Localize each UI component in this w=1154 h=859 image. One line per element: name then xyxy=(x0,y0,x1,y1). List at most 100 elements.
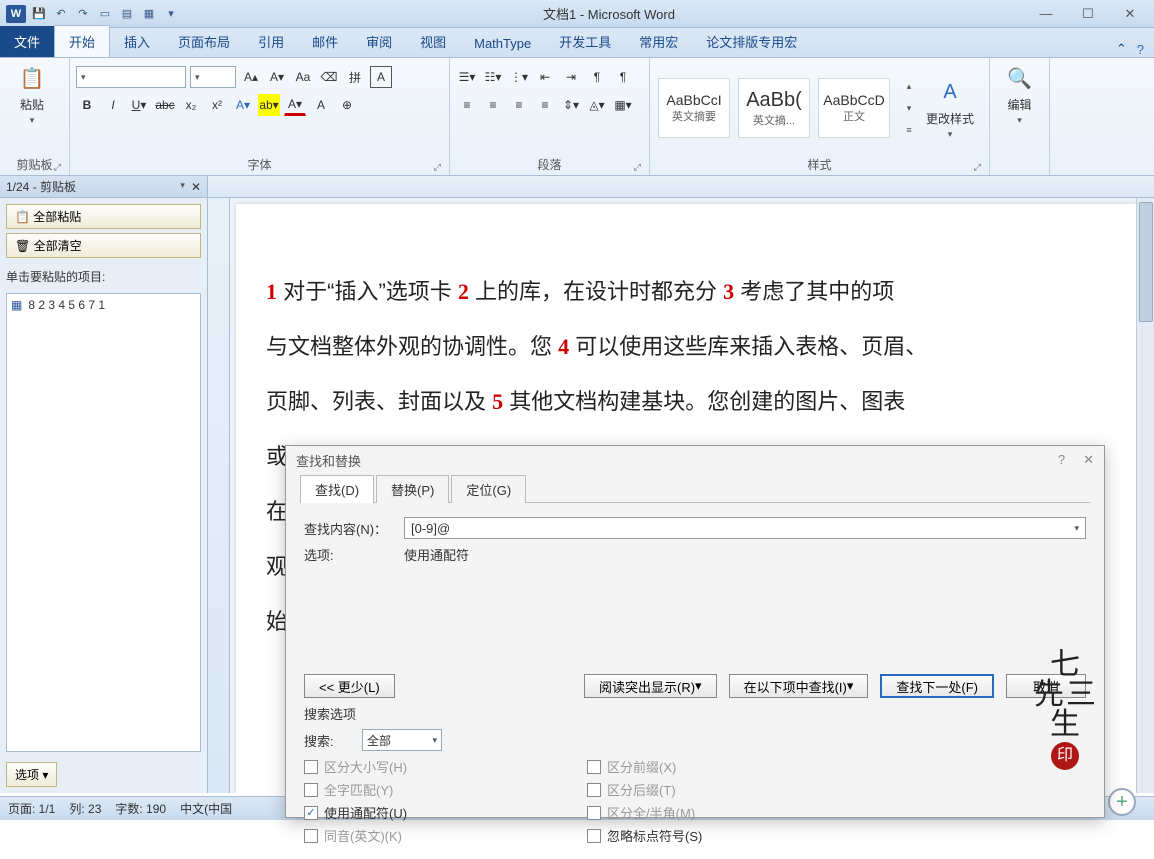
tab-insert[interactable]: 插入 xyxy=(110,26,164,57)
clipboard-list[interactable]: ▦ 8 2 3 4 5 6 7 1 xyxy=(6,293,201,752)
styles-more-icon[interactable]: ≡ xyxy=(898,119,920,141)
grow-font-icon[interactable]: A▴ xyxy=(240,66,262,88)
scroll-thumb[interactable] xyxy=(1139,202,1153,322)
add-circle-icon[interactable]: + xyxy=(1108,788,1136,816)
clipboard-launcher[interactable]: ⤢ xyxy=(54,162,61,173)
chk-match-case[interactable]: 区分大小写(H) xyxy=(304,757,407,776)
help-icon[interactable]: ? xyxy=(1137,42,1144,57)
subscript-icon[interactable]: x₂ xyxy=(180,94,202,116)
minimize-ribbon-icon[interactable]: ⌃ xyxy=(1116,41,1127,57)
tab-ref[interactable]: 引用 xyxy=(244,26,298,57)
paste-all-button[interactable]: 📋 全部粘贴 xyxy=(6,204,201,229)
strike-icon[interactable]: abc xyxy=(154,94,176,116)
tab-paper[interactable]: 论文排版专用宏 xyxy=(692,26,811,57)
pane-close-icon[interactable]: ✕ xyxy=(191,180,201,194)
find-dropdown-icon[interactable]: ▾ xyxy=(1074,523,1079,534)
shading-icon[interactable]: ◬▾ xyxy=(586,94,608,116)
char-border-icon[interactable]: A xyxy=(370,66,392,88)
tab-view[interactable]: 视图 xyxy=(406,26,460,57)
ltr-icon[interactable]: ¶ xyxy=(586,66,608,88)
dialog-tab-goto[interactable]: 定位(G) xyxy=(451,475,526,503)
multilevel-icon[interactable]: ⋮▾ xyxy=(508,66,530,88)
reading-highlight-button[interactable]: 阅读突出显示(R) ▾ xyxy=(584,674,717,698)
chk-width[interactable]: 区分全/半角(M) xyxy=(587,803,702,822)
styles-up-icon[interactable]: ▴ xyxy=(898,75,920,97)
line-spacing-icon[interactable]: ⇕▾ xyxy=(560,94,582,116)
tab-math[interactable]: MathType xyxy=(460,30,545,57)
dialog-help-icon[interactable]: ? xyxy=(1058,452,1065,467)
search-direction-combo[interactable]: 全部▾ xyxy=(362,729,442,751)
minimize-button[interactable]: — xyxy=(1034,5,1058,23)
tab-mail[interactable]: 邮件 xyxy=(298,26,352,57)
numbering-icon[interactable]: ☷▾ xyxy=(482,66,504,88)
clear-format-icon[interactable]: ⌫ xyxy=(318,66,340,88)
redo-icon[interactable]: ↷ xyxy=(74,5,92,23)
para-launcher[interactable]: ⤢ xyxy=(634,162,641,173)
find-next-button[interactable]: 查找下一处(F) xyxy=(880,674,994,698)
tab-macro[interactable]: 常用宏 xyxy=(625,26,692,57)
chk-prefix[interactable]: 区分前缀(X) xyxy=(587,757,702,776)
horizontal-ruler[interactable] xyxy=(208,176,1154,198)
vertical-ruler[interactable] xyxy=(208,198,230,793)
border-icon[interactable]: ▦▾ xyxy=(612,94,634,116)
chk-punct[interactable]: 忽略标点符号(S) xyxy=(587,826,702,845)
style-item-1[interactable]: AaBbCcI英文摘要 xyxy=(658,78,730,138)
pane-menu-icon[interactable]: ▾ xyxy=(180,180,185,194)
align-left-icon[interactable]: ≡ xyxy=(456,94,478,116)
styles-down-icon[interactable]: ▾ xyxy=(898,97,920,119)
qat-icon-3[interactable]: ▦ xyxy=(140,5,158,23)
find-in-button[interactable]: 在以下项中查找(I) ▾ xyxy=(729,674,869,698)
status-words[interactable]: 字数: 190 xyxy=(115,800,166,817)
dialog-tab-replace[interactable]: 替换(P) xyxy=(376,475,449,503)
style-item-2[interactable]: AaBb(英文摘... xyxy=(738,78,810,138)
clipboard-item[interactable]: ▦ 8 2 3 4 5 6 7 1 xyxy=(11,298,196,312)
tab-file[interactable]: 文件 xyxy=(0,26,54,57)
edit-button[interactable]: 🔍 编辑▾ xyxy=(996,62,1043,126)
qat-more-icon[interactable]: ▾ xyxy=(162,5,180,23)
status-page[interactable]: 页面: 1/1 xyxy=(8,800,55,817)
clipboard-options-button[interactable]: 选项 ▾ xyxy=(6,762,57,787)
close-button[interactable]: ✕ xyxy=(1118,5,1142,23)
style-item-3[interactable]: AaBbCcD正文 xyxy=(818,78,890,138)
shrink-font-icon[interactable]: A▾ xyxy=(266,66,288,88)
vertical-scrollbar[interactable] xyxy=(1136,198,1154,793)
status-col[interactable]: 列: 23 xyxy=(69,800,101,817)
chk-sounds-like[interactable]: 同音(英文)(K) xyxy=(304,826,407,845)
paste-button[interactable]: 📋 粘贴 ▾ xyxy=(6,62,58,126)
dialog-tab-find[interactable]: 查找(D) xyxy=(300,475,374,503)
justify-icon[interactable]: ≡ xyxy=(534,94,556,116)
bold-icon[interactable]: B xyxy=(76,94,98,116)
find-input[interactable]: [0-9]@▾ xyxy=(404,517,1086,539)
phonetic-icon[interactable]: 拼 xyxy=(344,66,366,88)
chk-whole-word[interactable]: 全字匹配(Y) xyxy=(304,780,407,799)
change-case-icon[interactable]: Aa xyxy=(292,66,314,88)
tab-dev[interactable]: 开发工具 xyxy=(545,26,625,57)
italic-icon[interactable]: I xyxy=(102,94,124,116)
chk-suffix[interactable]: 区分后缀(T) xyxy=(587,780,702,799)
tab-review[interactable]: 审阅 xyxy=(352,26,406,57)
font-color-icon[interactable]: A▾ xyxy=(284,94,306,116)
qat-icon-1[interactable]: ▭ xyxy=(96,5,114,23)
styles-launcher[interactable]: ⤢ xyxy=(974,162,981,173)
text-effect-icon[interactable]: A▾ xyxy=(232,94,254,116)
chk-wildcards[interactable]: ✓使用通配符(U) xyxy=(304,803,407,822)
enclose-char-icon[interactable]: ⊕ xyxy=(336,94,358,116)
undo-icon[interactable]: ↶ xyxy=(52,5,70,23)
underline-icon[interactable]: U▾ xyxy=(128,94,150,116)
status-lang[interactable]: 中文(中国 xyxy=(180,800,232,817)
qat-icon-2[interactable]: ▤ xyxy=(118,5,136,23)
outdent-icon[interactable]: ⇤ xyxy=(534,66,556,88)
char-shading-icon[interactable]: A xyxy=(310,94,332,116)
clear-all-button[interactable]: 🗑 全部清空 xyxy=(6,233,201,258)
font-name-combo[interactable]: ▾ xyxy=(76,66,186,88)
font-size-combo[interactable]: ▾ xyxy=(190,66,236,88)
tab-home[interactable]: 开始 xyxy=(54,25,110,57)
align-center-icon[interactable]: ≡ xyxy=(482,94,504,116)
dialog-close-icon[interactable]: ✕ xyxy=(1083,452,1094,467)
change-styles-button[interactable]: A 更改样式▾ xyxy=(924,76,976,140)
less-button[interactable]: << 更少(L) xyxy=(304,674,395,698)
font-launcher[interactable]: ⤢ xyxy=(434,162,441,173)
save-icon[interactable]: 💾 xyxy=(30,5,48,23)
indent-icon[interactable]: ⇥ xyxy=(560,66,582,88)
maximize-button[interactable]: ☐ xyxy=(1076,5,1100,23)
